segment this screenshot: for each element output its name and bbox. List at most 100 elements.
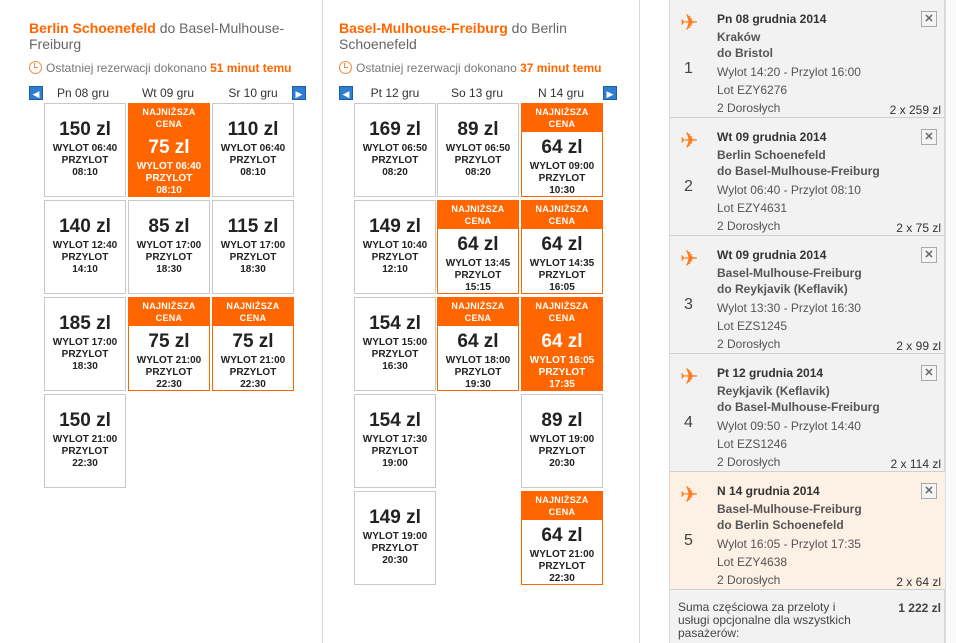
- segment-destination: do Berlin Schoenefeld: [717, 518, 844, 532]
- departure-time: WYLOT 21:00: [52, 434, 118, 445]
- day-column: NAJNIŻSZA CENA 64 zl WYLOT 09:00 PRZYLOT 10:…: [521, 103, 603, 588]
- plane-icon: ✈: [680, 128, 699, 153]
- flight-option[interactable]: 150 zl WYLOT 21:00 PRZYLOT 22:30: [44, 394, 126, 488]
- flight-price: 154 zl: [369, 313, 421, 334]
- day-header: Pn 08 gru: [56, 86, 110, 100]
- flight-times: WYLOT 18:00 PRZYLOT 19:30: [438, 355, 518, 391]
- segment-amount: 2 x 64 zl: [896, 575, 941, 589]
- arrival-time: 08:10: [156, 185, 182, 196]
- next-dates-button[interactable]: ▶: [292, 86, 306, 100]
- remove-segment-button[interactable]: ✕: [921, 247, 937, 263]
- flight-times: WYLOT 17:00 PRZYLOT 18:30: [45, 337, 125, 373]
- day-column: 89 zl WYLOT 06:50 PRZYLOT 08:20 NAJNIŻSZA CE…: [437, 103, 519, 394]
- next-dates-button[interactable]: ▶: [603, 86, 617, 100]
- arrival-time: 08:20: [382, 167, 408, 178]
- segment-number: 5: [684, 532, 693, 549]
- page: Berlin Schoenefeld do Basel-Mulhouse-Fre…: [0, 0, 956, 643]
- basket-summary: Suma częściowa za przeloty i usługi opcj…: [670, 598, 945, 643]
- flight-option[interactable]: NAJNIŻSZA CENA 64 zl WYLOT 13:45 PRZYLOT 15:…: [437, 200, 519, 294]
- lowest-price-badge: NAJNIŻSZA CENA: [522, 298, 602, 326]
- arrival-time: 14:10: [72, 264, 98, 275]
- prev-dates-button[interactable]: ◀: [339, 86, 353, 100]
- departure-time: WYLOT 14:35: [529, 258, 595, 269]
- summary-label: Suma częściowa za przeloty i usługi opcj…: [678, 600, 851, 640]
- flight-option[interactable]: 149 zl WYLOT 10:40 PRZYLOT 12:10: [354, 200, 436, 294]
- clock-icon: [29, 61, 42, 74]
- arrival-time: 12:10: [382, 264, 408, 275]
- segment-destination: do Basel-Mulhouse-Freiburg: [717, 164, 880, 178]
- departure-time: WYLOT 06:40: [52, 143, 118, 154]
- departure-time: WYLOT 06:40: [220, 143, 286, 154]
- departure-time: WYLOT 16:05: [529, 355, 595, 366]
- segment-passengers: 2 Dorosłych: [717, 219, 781, 233]
- day-header: Sr 10 gru: [228, 86, 278, 100]
- flight-price: 149 zl: [369, 216, 421, 237]
- arrival-time: 17:35: [549, 379, 575, 390]
- flight-option[interactable]: 185 zl WYLOT 17:00 PRZYLOT 18:30: [44, 297, 126, 391]
- remove-segment-button[interactable]: ✕: [921, 365, 937, 381]
- flight-price: 115 zl: [227, 216, 279, 237]
- arrival-time: 08:10: [240, 167, 266, 178]
- flight-option[interactable]: 140 zl WYLOT 12:40 PRZYLOT 14:10: [44, 200, 126, 294]
- flight-option[interactable]: NAJNIŻSZA CENA 64 zl WYLOT 16:05 PRZYLOT 17:…: [521, 297, 603, 391]
- flight-option[interactable]: 169 zl WYLOT 06:50 PRZYLOT 08:20: [354, 103, 436, 197]
- departure-time: WYLOT 13:45: [445, 258, 511, 269]
- arrival-time: 18:30: [72, 361, 98, 372]
- departure-time: WYLOT 21:00: [136, 355, 202, 366]
- arrival-label: PRZYLOT: [538, 173, 586, 184]
- segment-times: Wylot 14:20 - Przylot 16:00: [717, 65, 861, 79]
- flight-option[interactable]: 85 zl WYLOT 17:00 PRZYLOT 18:30: [128, 200, 210, 294]
- flight-option[interactable]: 89 zl WYLOT 06:50 PRZYLOT 08:20: [437, 103, 519, 197]
- flight-option[interactable]: NAJNIŻSZA CENA 64 zl WYLOT 18:00 PRZYLOT 19:…: [437, 297, 519, 391]
- scrollbar[interactable]: [945, 0, 956, 643]
- departure-time: WYLOT 17:00: [220, 240, 286, 251]
- segment-amount: 2 x 114 zl: [890, 457, 941, 471]
- segment-origin: Berlin Schoenefeld: [717, 148, 826, 162]
- flight-times: WYLOT 16:05 PRZYLOT 17:35: [522, 355, 602, 391]
- flight-option[interactable]: 149 zl WYLOT 19:00 PRZYLOT 20:30: [354, 491, 436, 585]
- flight-times: WYLOT 17:00 PRZYLOT 18:30: [129, 240, 209, 276]
- lowest-price-badge: NAJNIŻSZA CENA: [522, 104, 602, 132]
- flight-option[interactable]: NAJNIŻSZA CENA 75 zl WYLOT 21:00 PRZYLOT 22:…: [212, 297, 294, 391]
- remove-segment-button[interactable]: ✕: [921, 11, 937, 27]
- flight-option[interactable]: 154 zl WYLOT 15:00 PRZYLOT 16:30: [354, 297, 436, 391]
- flight-option[interactable]: NAJNIŻSZA CENA 75 zl WYLOT 21:00 PRZYLOT 22:…: [128, 297, 210, 391]
- flight-times: WYLOT 19:00 PRZYLOT 20:30: [355, 531, 435, 567]
- outbound-origin: Berlin Schoenefeld: [29, 20, 156, 36]
- arrival-label: PRZYLOT: [61, 446, 109, 457]
- flight-price: 154 zl: [369, 410, 421, 431]
- departure-time: WYLOT 17:00: [52, 337, 118, 348]
- flight-price: 75 zl: [148, 137, 190, 158]
- flight-option[interactable]: 115 zl WYLOT 17:00 PRZYLOT 18:30: [212, 200, 294, 294]
- segment-number: 4: [684, 414, 693, 431]
- flight-price: 89 zl: [541, 410, 583, 431]
- flight-option[interactable]: 110 zl WYLOT 06:40 PRZYLOT 08:10: [212, 103, 294, 197]
- arrival-time: 22:30: [549, 573, 575, 584]
- arrival-label: PRZYLOT: [371, 155, 419, 166]
- arrival-label: PRZYLOT: [145, 173, 193, 184]
- flight-option[interactable]: NAJNIŻSZA CENA 64 zl WYLOT 14:35 PRZYLOT 16:…: [521, 200, 603, 294]
- flight-option[interactable]: NAJNIŻSZA CENA 75 zl WYLOT 06:40 PRZYLOT 08:…: [128, 103, 210, 197]
- departure-time: WYLOT 19:00: [362, 531, 428, 542]
- flight-option[interactable]: 150 zl WYLOT 06:40 PRZYLOT 08:10: [44, 103, 126, 197]
- day-column: NAJNIŻSZA CENA 75 zl WYLOT 06:40 PRZYLOT 08:…: [128, 103, 210, 394]
- segment-amount: 2 x 259 zl: [889, 103, 941, 117]
- segment-flight-number: Lot EZY4638: [717, 555, 788, 569]
- return-panel: Basel-Mulhouse-Freiburg do Berlin Schoen…: [323, 0, 639, 643]
- flight-option[interactable]: NAJNIŻSZA CENA 64 zl WYLOT 21:00 PRZYLOT 22:…: [521, 491, 603, 585]
- flight-option[interactable]: NAJNIŻSZA CENA 64 zl WYLOT 09:00 PRZYLOT 10:…: [521, 103, 603, 197]
- prev-dates-button[interactable]: ◀: [29, 86, 43, 100]
- arrival-label: PRZYLOT: [538, 446, 586, 457]
- basket-segment: ✈ 1 Pn 08 grudnia 2014 Kraków do Bristol Wylo…: [670, 0, 945, 118]
- flight-price: 169 zl: [369, 119, 421, 140]
- day-header: Pt 12 gru: [370, 86, 420, 100]
- flight-option[interactable]: 89 zl WYLOT 19:00 PRZYLOT 20:30: [521, 394, 603, 488]
- flight-price: 150 zl: [59, 410, 111, 431]
- remove-segment-button[interactable]: ✕: [921, 129, 937, 145]
- flight-option[interactable]: 154 zl WYLOT 17:30 PRZYLOT 19:00: [354, 394, 436, 488]
- arrival-time: 20:30: [382, 555, 408, 566]
- arrival-label: PRZYLOT: [229, 252, 277, 263]
- booked-minutes: 51 minut temu: [210, 61, 292, 75]
- outbound-last-booking: Ostatniej rezerwacji dokonano 51 minut t…: [29, 61, 291, 75]
- remove-segment-button[interactable]: ✕: [921, 483, 937, 499]
